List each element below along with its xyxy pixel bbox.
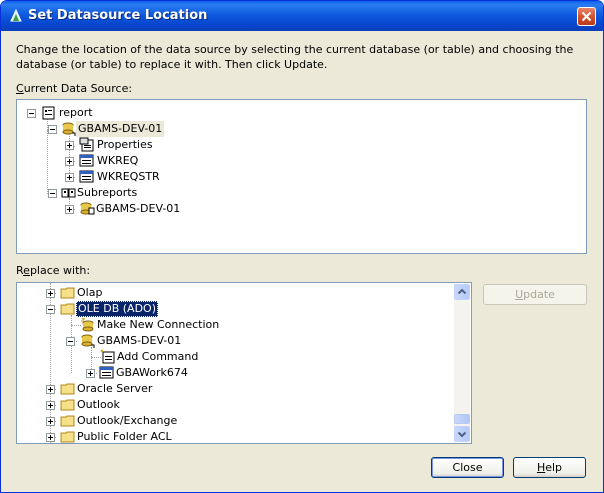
expand-toggle[interactable] [46,417,55,426]
table-icon [79,154,94,167]
folder-icon [60,431,75,443]
chevron-up-icon [457,288,467,295]
title-bar[interactable]: Set Datasource Location [1,1,603,31]
update-button[interactable]: Update [483,284,587,305]
properties-icon [79,137,94,152]
crystal-reports-icon [10,9,22,22]
expand-toggle[interactable] [65,173,74,182]
expand-toggle[interactable] [65,205,74,214]
collapse-toggle[interactable] [48,125,57,134]
collapse-toggle[interactable] [48,189,57,198]
expand-toggle[interactable] [46,401,55,410]
expand-toggle[interactable] [46,289,55,298]
folder-icon [60,415,75,427]
expand-toggle[interactable] [46,433,55,442]
current-data-source-tree[interactable]: report GBAMS-DEV-01 Properties WKREQ WKR… [16,99,587,254]
replace-with-label: Replace with: [16,264,91,277]
open-folder-icon [60,303,75,315]
expand-toggle[interactable] [46,385,55,394]
expand-toggle[interactable] [86,369,95,378]
database-connection-icon [81,334,95,348]
replace-with-tree[interactable]: Olap OLE DB (ADO) Make New Connection GB… [16,282,472,444]
database-connection-icon [62,122,76,136]
vertical-scrollbar[interactable] [454,284,470,442]
collapse-toggle[interactable] [27,109,36,118]
scroll-up-button[interactable] [454,284,470,300]
collapse-toggle[interactable] [46,305,55,314]
expand-toggle[interactable] [65,141,74,150]
database-icon [80,202,95,215]
help-button[interactable]: Help [513,457,586,478]
scrollbar-thumb[interactable] [454,414,470,424]
folder-icon [60,399,75,411]
scroll-down-button[interactable] [454,426,470,442]
expand-toggle[interactable] [65,157,74,166]
folder-icon [60,287,75,299]
report-icon [42,106,55,120]
close-icon [581,11,592,22]
table-icon [79,170,94,183]
folder-icon [60,383,75,395]
table-icon [99,366,114,379]
add-command-icon [100,349,115,364]
set-datasource-location-dialog: Set Datasource Location Change the locat… [0,0,604,493]
window-title: Set Datasource Location [28,8,208,23]
close-button[interactable]: Close [431,457,504,478]
close-window-button[interactable] [577,7,596,26]
chevron-down-icon [457,431,467,438]
collapse-toggle[interactable] [66,337,75,346]
current-data-source-label: Current Data Source: [16,82,133,95]
subreports-icon [61,188,76,198]
new-connection-icon [81,317,94,332]
instructions-text: Change the location of the data source b… [16,43,574,71]
